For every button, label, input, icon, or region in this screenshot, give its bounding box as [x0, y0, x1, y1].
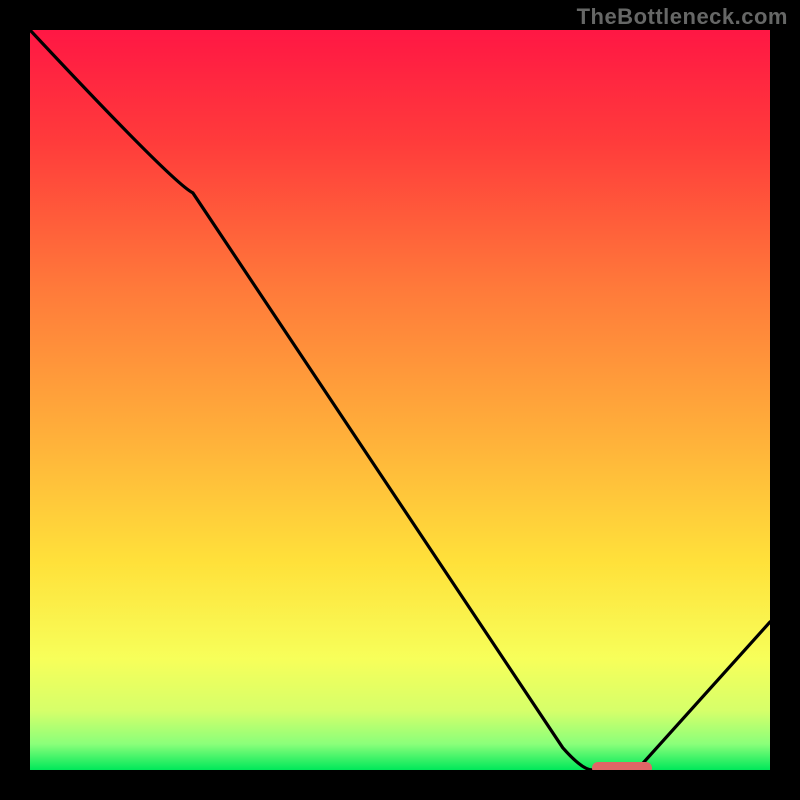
plot-area — [30, 30, 770, 770]
watermark-text: TheBottleneck.com — [577, 4, 788, 30]
optimal-marker — [592, 762, 651, 770]
chart-container: TheBottleneck.com — [0, 0, 800, 800]
curve-line — [30, 30, 770, 770]
